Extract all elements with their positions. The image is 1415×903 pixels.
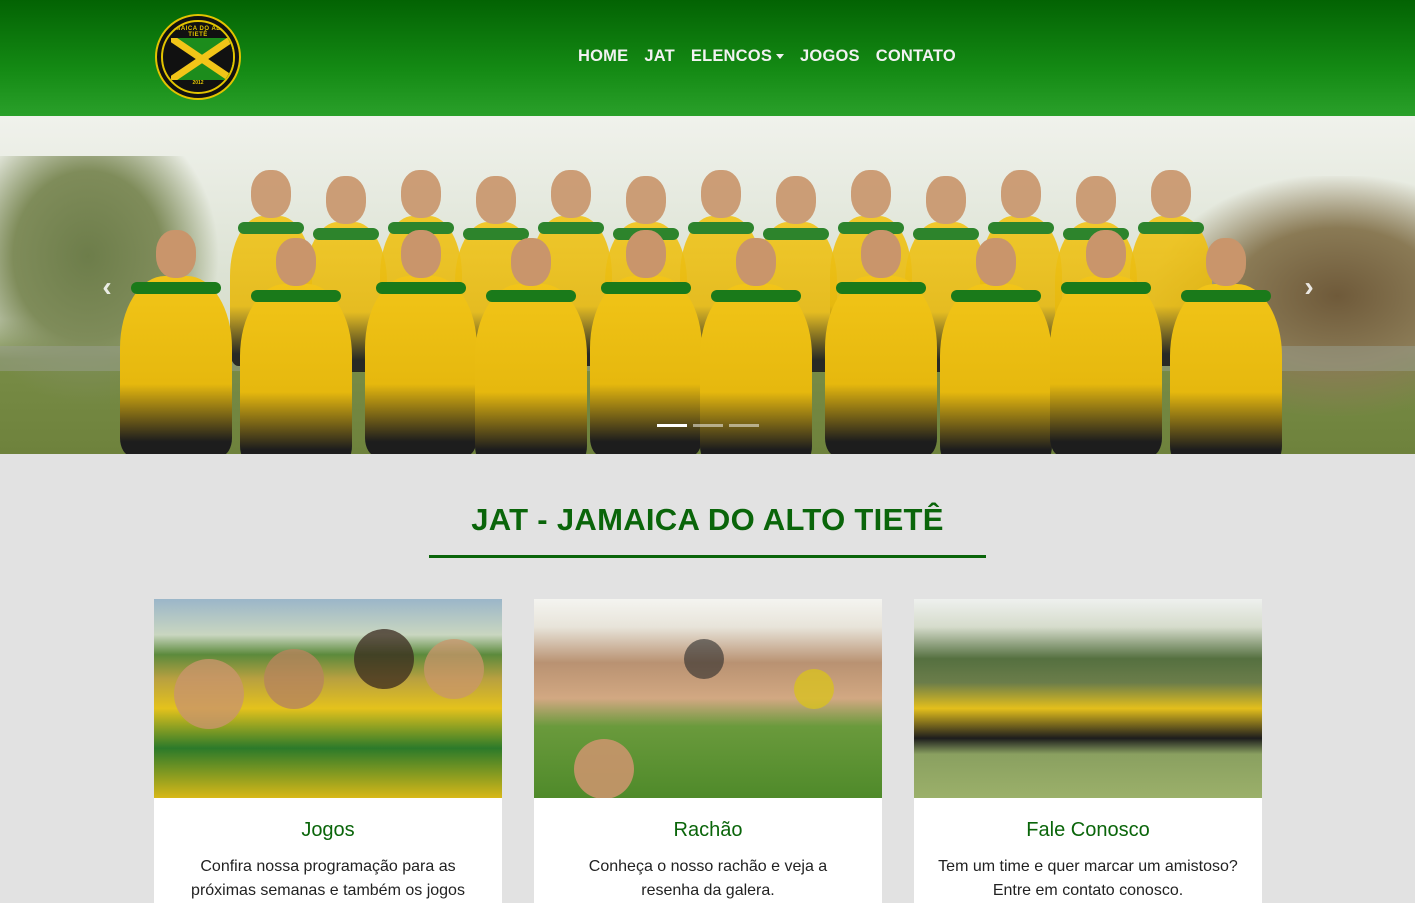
nav-jogos[interactable]: JOGOS	[792, 47, 868, 66]
logo-year: 2012	[192, 80, 204, 86]
card-title: Jogos	[301, 819, 355, 841]
card-title: Fale Conosco	[1026, 819, 1150, 841]
team-player	[700, 238, 812, 454]
carousel-indicators	[657, 424, 759, 427]
team-player	[365, 230, 477, 454]
team-player	[120, 230, 232, 454]
team-player	[825, 230, 937, 454]
team-logo[interactable]: JAMAICA DO ALTO TIETÊ 2012	[155, 14, 241, 100]
team-player	[940, 238, 1052, 454]
card-title: Rachão	[673, 819, 743, 841]
carousel-indicator[interactable]	[729, 424, 759, 427]
card-image-rachao	[534, 599, 882, 798]
nav-elencos[interactable]: ELENCOS	[683, 47, 792, 66]
team-photo	[90, 146, 1330, 454]
nav-elencos-label: ELENCOS	[690, 47, 773, 65]
team-player	[240, 238, 352, 454]
main-nav: HOME JAT ELENCOS JOGOS CONTATO	[570, 47, 964, 66]
card-jogos[interactable]: Jogos Confira nossa programação para as …	[154, 599, 502, 903]
logo-ring-text: JAMAICA DO ALTO TIETÊ	[166, 26, 230, 38]
card-text: Conheça o nosso rachão e veja a resenha …	[588, 858, 828, 899]
card-rachao[interactable]: Rachão Conheça o nosso rachão e veja a r…	[534, 599, 882, 903]
team-player	[1170, 238, 1282, 454]
carousel-next-button[interactable]: ›	[1294, 271, 1324, 302]
card-image-jogos	[154, 599, 502, 798]
team-player	[1050, 230, 1162, 454]
jamaica-flag-icon	[171, 38, 233, 80]
hero-carousel: ‹ ›	[0, 116, 1415, 454]
caret-down-icon	[776, 54, 785, 59]
card-text: Confira nossa programação para as próxim…	[191, 858, 465, 899]
nav-jat[interactable]: JAT	[636, 47, 683, 66]
page-title: JAT - JAMAICA DO ALTO TIETÊ	[471, 502, 944, 537]
card-image-fale-conosco	[914, 599, 1262, 798]
team-player	[590, 230, 702, 454]
title-underline	[429, 555, 986, 558]
site-header: JAMAICA DO ALTO TIETÊ 2012 HOME JAT ELEN…	[0, 0, 1415, 116]
team-player	[475, 238, 587, 454]
card-text: Tem um time e quer marcar um amistoso? E…	[938, 858, 1238, 899]
chevron-right-icon: ›	[1304, 271, 1314, 302]
card-fale-conosco[interactable]: Fale Conosco Tem um time e quer marcar u…	[914, 599, 1262, 903]
carousel-indicator[interactable]	[657, 424, 687, 427]
carousel-indicator[interactable]	[693, 424, 723, 427]
carousel-slide-team-photo	[0, 116, 1415, 454]
carousel-prev-button[interactable]: ‹	[92, 271, 122, 302]
logo-ring: JAMAICA DO ALTO TIETÊ 2012	[161, 20, 235, 94]
nav-home[interactable]: HOME	[570, 47, 636, 66]
nav-contato[interactable]: CONTATO	[868, 47, 964, 66]
chevron-left-icon: ‹	[102, 271, 112, 302]
